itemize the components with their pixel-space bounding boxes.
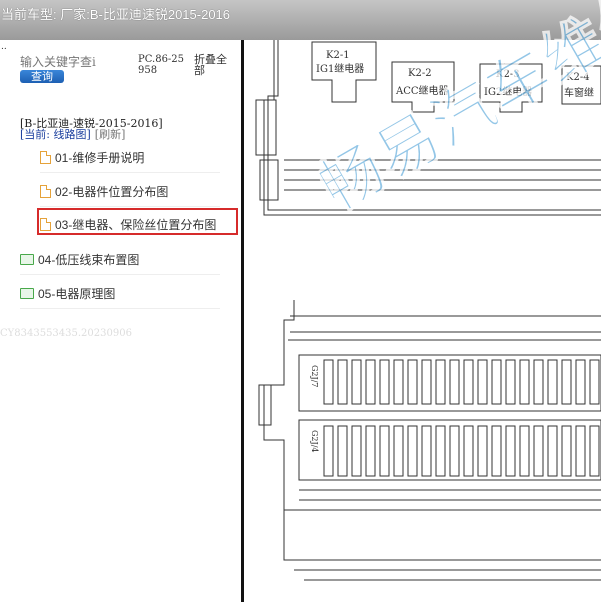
tree-item-05[interactable]: 05-电器原理图 xyxy=(20,285,115,302)
pin-slot xyxy=(575,425,586,477)
pin-slot xyxy=(505,359,516,405)
sidebar: .. 查询 PC.86-25958 折叠全部 [B-比亚迪-速锐-2015-20… xyxy=(0,40,242,602)
pin-slot xyxy=(379,425,390,477)
pin-slot xyxy=(463,359,474,405)
pin-slot xyxy=(379,359,390,405)
pin-slot xyxy=(547,425,558,477)
vehicle-title: 当前车型: 厂家:B-比亚迪速锐2015-2016 xyxy=(1,7,231,22)
pin-slot xyxy=(533,359,544,405)
current-label: [当前: 线路图] xyxy=(20,128,91,141)
pin-slot xyxy=(491,425,502,477)
doc-code: PC.86-25958 xyxy=(138,54,185,76)
pin-slot xyxy=(463,425,474,477)
separator xyxy=(20,274,220,275)
pin-slot xyxy=(533,425,544,477)
relay-k21-name: IG1继电器 xyxy=(316,62,364,75)
connector-label-bottom: G2J/4 xyxy=(310,430,319,452)
search-input[interactable] xyxy=(20,55,132,69)
pin-slot xyxy=(323,425,334,477)
relay-k21-id: K2-1 xyxy=(326,50,350,61)
tree-item-03[interactable]: 03-继电器、保险丝位置分布图 xyxy=(40,216,216,233)
separator xyxy=(40,206,220,207)
pin-slot xyxy=(547,359,558,405)
pin-slot xyxy=(351,425,362,477)
pin-slot xyxy=(421,359,432,405)
pin-slot xyxy=(589,359,600,405)
pin-slot xyxy=(337,425,348,477)
pin-slot xyxy=(477,359,488,405)
pin-slot xyxy=(575,359,586,405)
pin-slot xyxy=(519,359,530,405)
pin-slot xyxy=(337,359,348,405)
pin-slot xyxy=(561,359,572,405)
pin-slot xyxy=(449,425,460,477)
pin-slot xyxy=(561,425,572,477)
pin-slot xyxy=(589,425,600,477)
folder-icon xyxy=(20,288,34,299)
pin-slot xyxy=(477,425,488,477)
pin-slot xyxy=(505,425,516,477)
tree-item-label: 04-低压线束布置图 xyxy=(38,253,140,267)
tree-item-02[interactable]: 02-电器件位置分布图 xyxy=(40,183,168,200)
file-icon xyxy=(40,185,51,198)
tree-item-label: 05-电器原理图 xyxy=(38,287,116,301)
current-location: [当前: 线路图] [刷新] xyxy=(20,126,125,142)
connector-label-top: G2J/7 xyxy=(310,365,319,387)
pin-slot xyxy=(491,359,502,405)
query-button[interactable]: 查询 xyxy=(20,70,64,83)
separator xyxy=(20,308,220,309)
file-icon xyxy=(40,218,51,231)
footer-id: CY8343553435.20230906 xyxy=(0,328,132,339)
pin-slot xyxy=(519,425,530,477)
pin-slot xyxy=(407,359,418,405)
pin-slot xyxy=(393,425,404,477)
collapse-all-link[interactable]: 折叠全部 xyxy=(194,54,234,76)
search-area xyxy=(20,55,132,69)
pin-slot xyxy=(435,425,446,477)
pin-slot xyxy=(407,425,418,477)
pin-slot xyxy=(323,359,334,405)
pin-slot xyxy=(393,359,404,405)
pin-slot xyxy=(449,359,460,405)
file-icon xyxy=(40,151,51,164)
tree-item-01[interactable]: 01-维修手册说明 xyxy=(40,149,144,166)
pin-slot xyxy=(365,425,376,477)
folder-icon xyxy=(20,254,34,265)
tree-item-label: 01-维修手册说明 xyxy=(55,151,145,165)
pin-slot xyxy=(435,359,446,405)
menu-dots[interactable]: .. xyxy=(1,43,7,52)
pin-slot xyxy=(365,359,376,405)
refresh-link[interactable]: [刷新] xyxy=(95,128,126,141)
pin-slot xyxy=(421,425,432,477)
separator xyxy=(40,172,220,173)
tree-item-label: 02-电器件位置分布图 xyxy=(55,185,169,199)
pin-slot xyxy=(351,359,362,405)
tree-item-label: 03-继电器、保险丝位置分布图 xyxy=(55,218,217,232)
tree-item-04[interactable]: 04-低压线束布置图 xyxy=(20,251,139,268)
